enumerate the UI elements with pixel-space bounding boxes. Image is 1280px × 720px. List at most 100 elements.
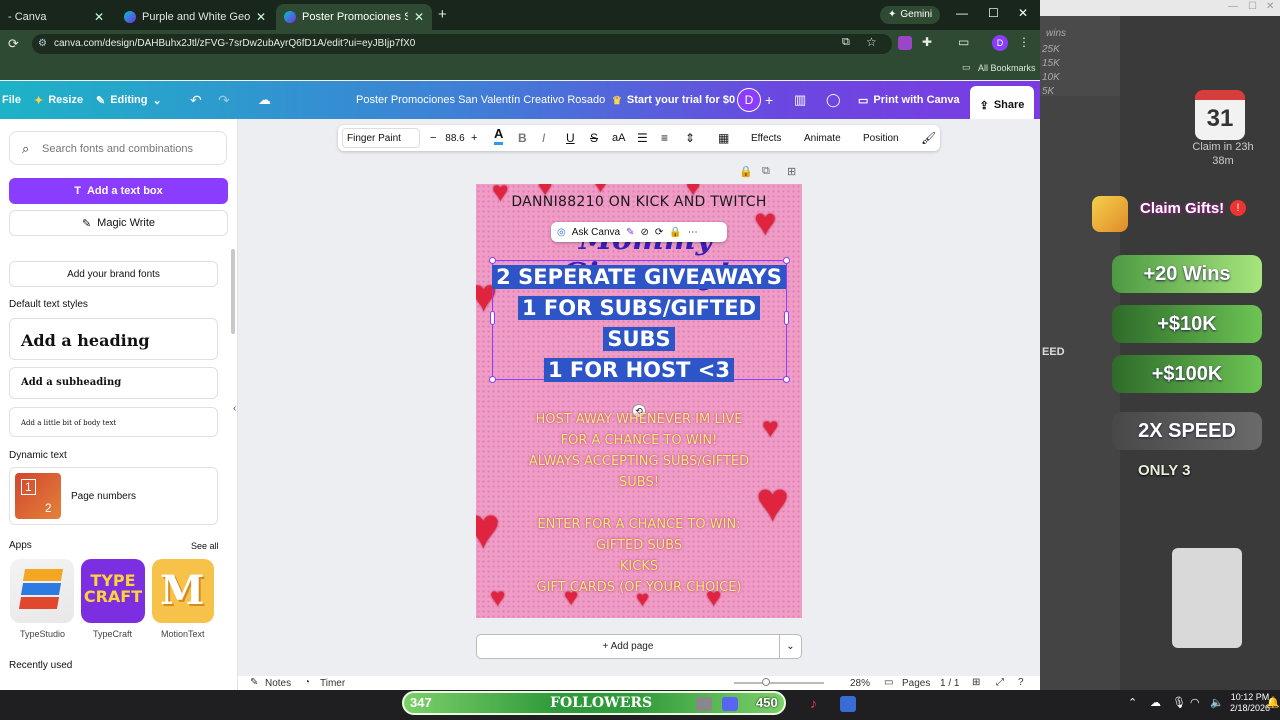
spacing-icon[interactable]: ⇕: [685, 125, 695, 151]
maximize-icon[interactable]: ☐: [1248, 1, 1257, 12]
duplicate-page-icon[interactable]: ⧉: [762, 165, 770, 178]
poster-prize-line[interactable]: GIFTED SUBS: [476, 538, 802, 553]
profile-avatar[interactable]: D: [992, 35, 1008, 51]
effects-button[interactable]: Effects: [751, 125, 781, 151]
reload-icon[interactable]: ⟳: [8, 36, 19, 52]
all-bookmarks-link[interactable]: All Bookmarks: [978, 63, 1036, 73]
pages-button[interactable]: Pages: [902, 678, 930, 689]
ask-canva-button[interactable]: Ask Canva: [572, 227, 620, 238]
menu-dots-icon[interactable]: ⋮: [1018, 35, 1030, 49]
volume-icon[interactable]: 🔈: [1210, 696, 1224, 709]
minimize-icon[interactable]: —: [956, 6, 968, 20]
increase-size-button[interactable]: +: [471, 125, 477, 151]
tab-poster[interactable]: Poster Promociones San Valentín ✕: [276, 4, 432, 30]
timer-button[interactable]: Timer: [320, 678, 345, 689]
new-tab-button[interactable]: +: [438, 6, 447, 23]
transparency-icon[interactable]: ▦: [718, 125, 729, 151]
chevron-up-icon[interactable]: ⌃: [1128, 696, 1137, 709]
lock-icon[interactable]: 🔒: [669, 227, 681, 238]
tab-canva[interactable]: - Canva ✕: [0, 4, 112, 30]
puzzle-icon[interactable]: ✚: [922, 35, 932, 49]
minimize-icon[interactable]: —: [1228, 1, 1238, 12]
sidepanel-icon[interactable]: ▭: [958, 35, 969, 49]
zoom-slider[interactable]: [734, 682, 824, 684]
panel-scrollbar[interactable]: [231, 249, 235, 334]
add-body-item[interactable]: Add a little bit of body text: [9, 407, 218, 437]
fullscreen-icon[interactable]: ⤢: [996, 677, 1004, 688]
more-dots-icon[interactable]: ⋯: [688, 227, 698, 238]
motiontext-app-tile[interactable]: M: [152, 559, 214, 623]
poster-body-line[interactable]: HOST AWAY WHENEVER IM LIVE: [476, 412, 802, 427]
rotate-icon[interactable]: ⟳: [655, 227, 663, 238]
close-icon[interactable]: ✕: [94, 10, 104, 24]
bold-button[interactable]: B: [518, 125, 527, 151]
user-avatar[interactable]: D: [737, 88, 761, 112]
decrease-size-button[interactable]: −: [430, 125, 436, 151]
paint-format-icon[interactable]: 🖌: [921, 125, 936, 151]
lock-icon[interactable]: 🔒: [739, 165, 753, 178]
extension-icon[interactable]: [898, 36, 912, 50]
wifi-icon[interactable]: ◠: [1190, 696, 1200, 709]
font-search-input[interactable]: ⌕ Search fonts and combinations: [9, 131, 227, 165]
gemini-button[interactable]: ✦ Gemini: [880, 6, 941, 24]
font-family-dropdown[interactable]: Finger Paint: [342, 128, 420, 148]
gift-icon[interactable]: [1092, 196, 1128, 232]
chevron-down-icon[interactable]: ⌄: [779, 635, 801, 658]
design-title[interactable]: Poster Promociones San Valentín Creativo…: [356, 81, 605, 119]
link-icon[interactable]: ⊘: [640, 227, 648, 238]
grid-view-icon[interactable]: ⊞: [972, 677, 980, 688]
add-collaborator-icon[interactable]: +: [765, 81, 773, 119]
close-icon[interactable]: ✕: [256, 10, 266, 24]
calendar-icon[interactable]: 31: [1195, 90, 1245, 140]
editing-dropdown[interactable]: ✎ Editing ⌄: [96, 81, 162, 119]
text-color-button[interactable]: A: [494, 125, 504, 145]
poster-body-line[interactable]: SUBS!: [476, 475, 802, 490]
channel-headline[interactable]: DANNI88210 ON KICK AND TWITCH: [476, 194, 802, 210]
clock[interactable]: 10:12 PM 2/18/2026: [1230, 692, 1270, 714]
taskbar-app-icon[interactable]: [840, 696, 856, 712]
star-icon[interactable]: ☆: [866, 35, 877, 49]
resize-button[interactable]: ✦ Resize: [34, 81, 83, 119]
tiktok-icon[interactable]: ♪: [810, 695, 817, 711]
see-all-link[interactable]: See all: [191, 541, 219, 551]
redo-icon[interactable]: ↷: [218, 81, 230, 119]
mic-icon[interactable]: 🎙: [1172, 696, 1186, 709]
analytics-icon[interactable]: ▥: [794, 81, 806, 119]
file-menu[interactable]: File: [2, 81, 21, 119]
strikethrough-button[interactable]: S: [590, 125, 598, 151]
print-with-canva-button[interactable]: ▭ Print with Canva: [858, 81, 960, 119]
poster-prize-line[interactable]: ENTER FOR A CHANCE TO WIN:: [476, 517, 802, 532]
page-numbers-item[interactable]: 1 2 Page numbers: [9, 467, 218, 525]
align-center-icon[interactable]: ☰: [637, 125, 648, 151]
design-canvas-page[interactable]: ♥ ♥ ♥ ♥ ♥ ♥ ♥ ♥ ♥ ♥ ♥ ♥ ♥ DANNI88210 ON …: [476, 184, 802, 618]
add-heading-item[interactable]: Add a heading: [9, 318, 218, 360]
font-size-input[interactable]: 88.6: [442, 125, 468, 151]
poster-body-line[interactable]: ALWAYS ACCEPTING SUBS/GIFTED: [476, 454, 802, 469]
claim-gifts-button[interactable]: Claim Gifts!: [1140, 200, 1224, 217]
typecraft-app-tile[interactable]: TYPE CRAFT: [81, 559, 145, 623]
animate-button[interactable]: Animate: [804, 125, 841, 151]
brand-fonts-button[interactable]: Add your brand fonts: [9, 261, 218, 287]
notifications-icon[interactable]: 🔔: [1266, 696, 1280, 709]
help-icon[interactable]: ?: [1018, 677, 1024, 688]
list-icon[interactable]: ≡: [661, 125, 668, 151]
poster-prize-line[interactable]: GIFT CARDS (OF YOUR CHOICE): [476, 580, 802, 595]
poster-body-line[interactable]: FOR A CHANCE TO WIN!: [476, 433, 802, 448]
maximize-icon[interactable]: ☐: [988, 6, 999, 20]
magic-edit-icon[interactable]: ✎: [626, 227, 634, 238]
poster-prize-line[interactable]: KICKS: [476, 559, 802, 574]
add-page-button[interactable]: + Add page: [477, 641, 779, 652]
translate-icon[interactable]: ⧉: [842, 36, 850, 49]
cloud-save-icon[interactable]: ☁: [258, 81, 271, 119]
cloud-icon[interactable]: ☁: [1150, 696, 1161, 709]
taskbar-app-icon[interactable]: [696, 697, 712, 711]
collapse-panel-icon[interactable]: ‹: [233, 403, 236, 414]
selected-text-block[interactable]: 2 SEPERATE GIVEAWAYS 1 FOR SUBS/GIFTED S…: [476, 262, 802, 386]
italic-button[interactable]: I: [542, 125, 545, 151]
add-subheading-item[interactable]: Add a subheading: [9, 367, 218, 399]
zoom-slider-thumb[interactable]: [762, 678, 770, 686]
close-icon[interactable]: ✕: [414, 10, 424, 24]
underline-button[interactable]: U: [566, 125, 575, 151]
window-close-icon[interactable]: ✕: [1018, 6, 1028, 20]
letter-case-button[interactable]: aA: [612, 125, 625, 151]
